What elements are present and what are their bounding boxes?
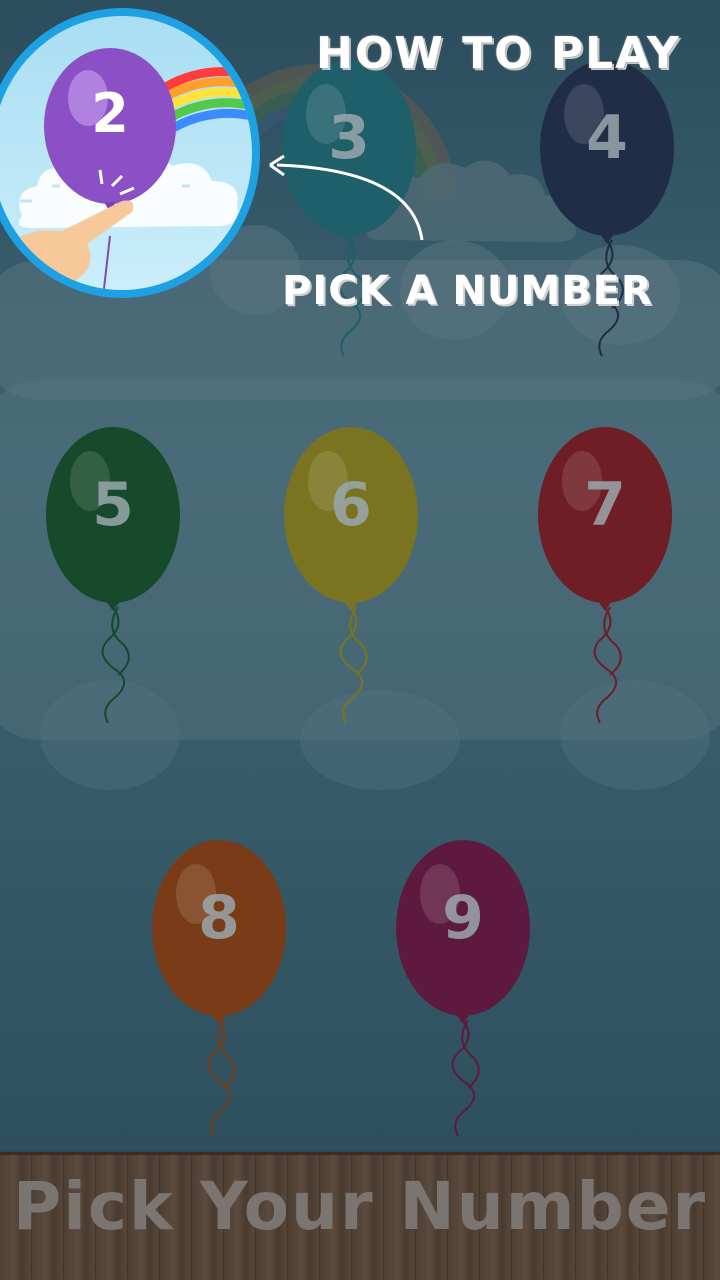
game-scene: 3456789 2 HOW TO PLAY PICK A NUMBER Pick… (0, 0, 720, 1280)
balloon-number: 7 (584, 470, 626, 540)
balloon-7[interactable]: 7 (538, 425, 678, 725)
instruction-text: PICK A NUMBER (282, 268, 653, 314)
tutorial-balloon-number: 2 (91, 82, 129, 145)
balloon-number: 8 (198, 883, 240, 953)
balloon-number: 9 (442, 883, 484, 953)
page-title: HOW TO PLAY (316, 28, 681, 79)
balloon-number: 5 (92, 470, 134, 540)
footer-label: Pick Your Number (12, 1168, 708, 1245)
balloon-6[interactable]: 6 (284, 425, 424, 725)
balloon-8[interactable]: 8 (152, 838, 292, 1138)
curved-arrow-icon (269, 154, 424, 241)
tutorial-scene: 2 (0, 16, 252, 290)
balloon-number: 6 (330, 470, 372, 540)
tutorial-drawing (0, 48, 252, 290)
balloon-5[interactable]: 5 (46, 425, 186, 725)
balloon-number: 4 (586, 103, 628, 173)
balloon-9[interactable]: 9 (396, 838, 536, 1138)
